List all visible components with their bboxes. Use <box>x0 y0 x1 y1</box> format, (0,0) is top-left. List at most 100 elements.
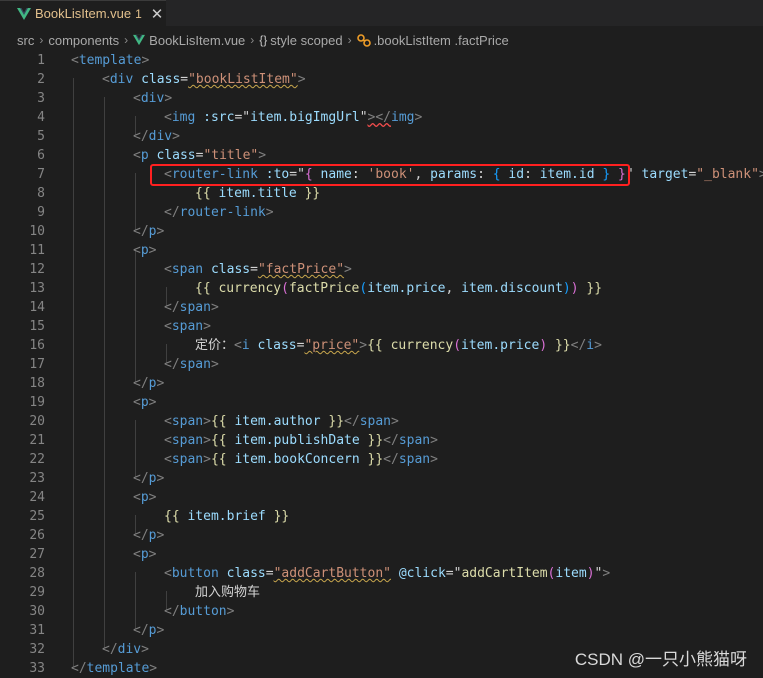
editor-tab[interactable]: BookLisItem.vue 1 ✕ <box>0 0 166 26</box>
code-line[interactable]: 4 <img :src="item.bigImgUrl"></img> <box>0 108 763 127</box>
tag-name: span <box>179 357 211 372</box>
code-line[interactable]: 9 </router-link> <box>0 203 763 222</box>
code-text: <span>{{ item.author }}</span> <box>164 412 399 431</box>
attr-value: "price" <box>304 338 360 353</box>
tag-punct: < <box>164 414 172 429</box>
code-line[interactable]: 2 <div class="bookListItem"> <box>0 70 763 89</box>
tag-punct: > <box>430 452 438 467</box>
code-line[interactable]: 18 </p> <box>0 374 763 393</box>
line-number: 24 <box>29 490 45 505</box>
code-line[interactable]: 16 定价：<i class="price">{{ currency(item.… <box>0 336 763 355</box>
code-line[interactable]: 25 {{ item.brief }} <box>0 507 763 526</box>
tag-punct: > <box>172 129 180 144</box>
tag-punct: </ <box>133 528 149 543</box>
code-line[interactable]: 24 <p> <box>0 488 763 507</box>
code-line[interactable]: 26 </p> <box>0 526 763 545</box>
code-line[interactable]: 15 <span> <box>0 317 763 336</box>
code-text: <div> <box>133 89 172 108</box>
attr-name: @click <box>398 566 446 581</box>
tag-punct: > <box>156 471 165 486</box>
tag-punct: </ <box>570 338 587 353</box>
line-number: 6 <box>37 148 45 163</box>
tag-punct: < <box>164 452 172 467</box>
code-line[interactable]: 31 </p> <box>0 621 763 640</box>
tag-punct: </ <box>133 623 149 638</box>
tag-name: span <box>171 433 204 448</box>
tag-punct: </ <box>164 357 180 372</box>
tag-name: span <box>171 414 204 429</box>
code-line[interactable]: 3 <div> <box>0 89 763 108</box>
code-line[interactable]: 23 </p> <box>0 469 763 488</box>
attr-name: target <box>641 167 689 182</box>
code-text: </template> <box>71 659 157 678</box>
tag-punct: > <box>359 338 368 353</box>
comma: , <box>445 281 454 296</box>
line-number: 19 <box>29 395 45 410</box>
tag-name: img <box>391 110 415 125</box>
attr-name: class <box>210 262 251 277</box>
code-line[interactable]: 28 <button class="addCartButton" @click=… <box>0 564 763 583</box>
function-name: currency <box>390 338 454 353</box>
tag-punct: > <box>602 566 611 581</box>
breadcrumb-file[interactable]: BookLisItem.vue <box>149 33 245 48</box>
code-line[interactable]: 19 <p> <box>0 393 763 412</box>
code-line[interactable]: 6 <p class="title"> <box>0 146 763 165</box>
code-line[interactable]: 13 {{ currency(factPrice(item.price, ite… <box>0 279 763 298</box>
tag-punct: </ <box>71 661 87 676</box>
code-line[interactable]: 12 <span class="factPrice"> <box>0 260 763 279</box>
tag-punct: </ <box>164 205 180 220</box>
code-text: {{ item.title }} <box>195 184 320 203</box>
code-text: </p> <box>133 621 164 640</box>
code-text: {{ item.brief }} <box>164 507 289 526</box>
chevron-right-icon: › <box>124 33 129 47</box>
code-line[interactable]: 1 <template> <box>0 51 763 70</box>
css-selector-icon <box>356 33 371 47</box>
tag-punct: < <box>133 395 141 410</box>
code-line[interactable]: 5 </div> <box>0 127 763 146</box>
mustache: }} <box>304 186 321 201</box>
code-text: </p> <box>133 469 164 488</box>
code-line[interactable]: 30 </button> <box>0 602 763 621</box>
tag-punct: > <box>391 414 399 429</box>
line-number: 17 <box>29 357 45 372</box>
code-editor[interactable]: 1 <template> 2 <div class="bookListItem"… <box>0 51 763 678</box>
tag-punct: > <box>141 53 150 68</box>
code-text: <p> <box>133 545 156 564</box>
line-number: 3 <box>37 91 45 106</box>
code-line[interactable]: 22 <span>{{ item.bookConcern }}</span> <box>0 450 763 469</box>
tab-filename: BookLisItem.vue <box>35 6 132 21</box>
tag-punct: > <box>203 433 211 448</box>
line-number: 2 <box>37 72 45 87</box>
attr-value: "title" <box>203 148 259 163</box>
code-line[interactable]: 10 </p> <box>0 222 763 241</box>
expression: item.author <box>234 414 321 429</box>
code-line[interactable]: 21 <span>{{ item.publishDate }}</span> <box>0 431 763 450</box>
code-line[interactable]: 11 <p> <box>0 241 763 260</box>
tag-punct: < <box>164 566 172 581</box>
expression: item.publishDate <box>234 433 360 448</box>
tag-punct: > <box>258 148 267 163</box>
tag-punct: > <box>148 395 157 410</box>
code-line[interactable]: 14 </span> <box>0 298 763 317</box>
close-icon[interactable]: ✕ <box>151 5 164 23</box>
line-number: 30 <box>29 604 45 619</box>
code-line[interactable]: 8 {{ item.title }} <box>0 184 763 203</box>
breadcrumb-style-scoped[interactable]: style scoped <box>270 33 342 48</box>
line-number: 31 <box>29 623 45 638</box>
tag-punct: < <box>133 91 141 106</box>
code-line[interactable]: 27 <p> <box>0 545 763 564</box>
expression: item.price <box>367 281 446 296</box>
tag-punct: < <box>164 319 172 334</box>
code-line[interactable]: 20 <span>{{ item.author }}</span> <box>0 412 763 431</box>
breadcrumb-selector[interactable]: .bookListItem .factPrice <box>374 33 509 48</box>
tag-name: p <box>140 243 149 258</box>
tag-name: div <box>109 72 134 87</box>
mustache: }} <box>273 509 290 524</box>
code-line[interactable]: 29 加入购物车 <box>0 583 763 602</box>
tag-punct: < <box>133 490 141 505</box>
breadcrumb-components[interactable]: components <box>48 33 119 48</box>
code-line[interactable]: 17 </span> <box>0 355 763 374</box>
breadcrumb-src[interactable]: src <box>17 33 34 48</box>
chevron-right-icon: › <box>347 33 352 47</box>
tag-punct: > <box>344 262 352 277</box>
